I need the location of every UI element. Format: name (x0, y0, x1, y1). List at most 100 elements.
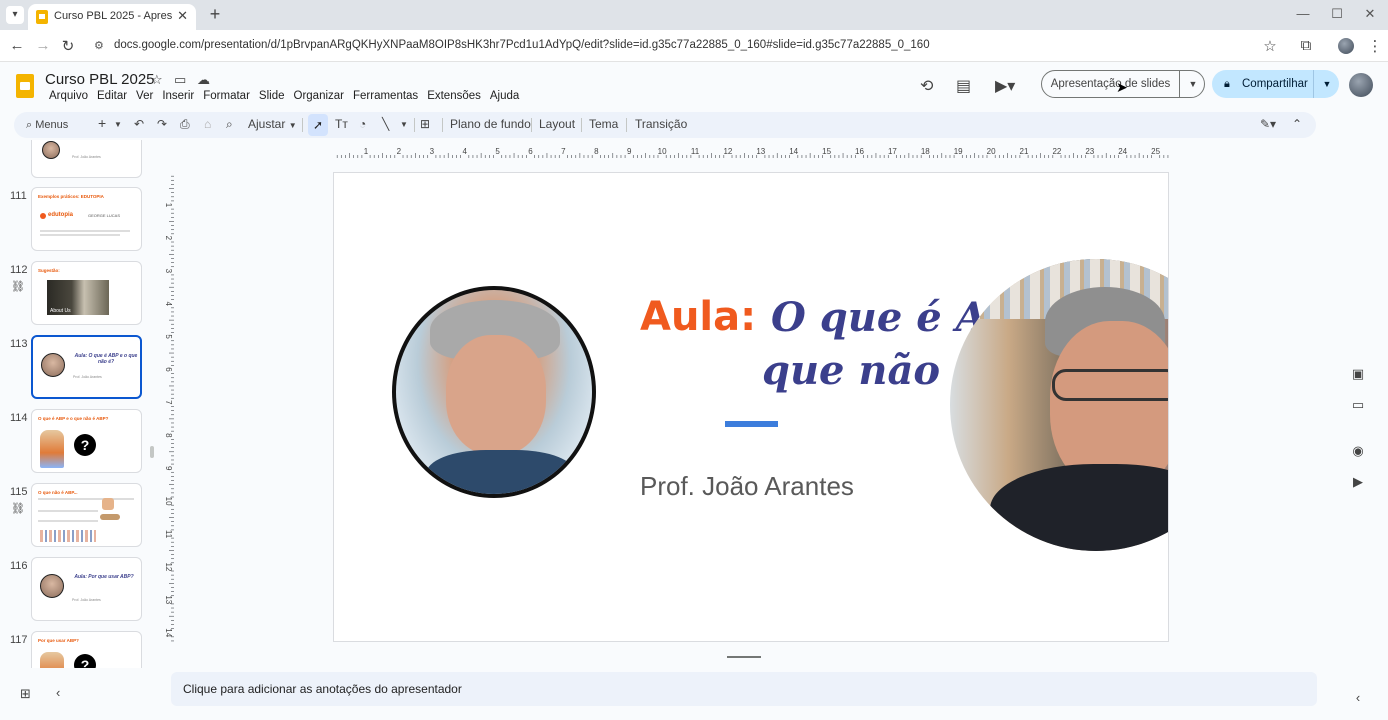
ruler-label: 5 (495, 147, 500, 156)
meet-camera-icon[interactable]: ▶▾ (995, 76, 1015, 96)
video-camera-icon[interactable]: ▶ (1348, 474, 1368, 490)
profile-avatar[interactable] (1338, 38, 1354, 54)
menu-formatar[interactable]: Formatar (199, 90, 254, 102)
forward-arrow-icon[interactable]: → (34, 37, 52, 54)
slide-thumbnail-112[interactable]: Sugestão: About Us (31, 261, 142, 325)
collapse-filmstrip-icon[interactable]: ‹ (56, 685, 60, 700)
extensions-puzzle-icon[interactable]: ⧉ (1297, 37, 1315, 54)
select-cursor-icon[interactable]: ➚ (308, 114, 328, 136)
expand-side-panel-icon[interactable]: ‹ (1348, 690, 1368, 705)
close-window-button[interactable]: ✕ (1360, 6, 1380, 22)
filmstrip-scrollbar[interactable] (150, 446, 154, 458)
theme-button[interactable]: Tema (589, 117, 618, 131)
shirt-shape (426, 450, 576, 494)
google-slides-logo[interactable] (16, 74, 34, 98)
slide-thumbnail-114[interactable]: O que é ABP e o que não é ABP? ? (31, 409, 142, 473)
line-dropdown-icon[interactable]: ▼ (400, 120, 408, 129)
tab-title: Curso PBL 2025 - Apresentação (54, 10, 172, 22)
search-menus-field[interactable]: ⌕ Menus (18, 115, 88, 135)
share-dropdown-icon[interactable]: ▼ (1315, 70, 1339, 98)
slide-title-prefix[interactable]: Aula: (640, 294, 756, 340)
shape-icon[interactable]: ◔ (359, 117, 366, 131)
thumb-image (102, 498, 114, 510)
undo-icon[interactable]: ↶ (134, 117, 144, 131)
menu-ver[interactable]: Ver (132, 90, 157, 102)
slide-thumbnail-111[interactable]: Exemplos práticos: EDUTOPIA edutopia GEO… (31, 187, 142, 251)
collapse-toolbar-icon[interactable]: ⌃ (1292, 117, 1302, 131)
bookmark-star-icon[interactable]: ☆ (1261, 37, 1279, 55)
layout-button[interactable]: Layout (539, 117, 575, 131)
background-button[interactable]: Plano de fundo (450, 117, 531, 131)
slide-thumbnail-113[interactable]: Aula: O que é ABP e o que não é? Prof. J… (31, 335, 142, 399)
thumb-title: Por que usar ABP? (38, 638, 79, 643)
horizontal-ruler[interactable]: 1 2 3 4 5 6 7 8 9 10 11 12 13 14 15 16 17 18 19 20 21 22 23 24 2… (330, 144, 1170, 158)
site-info-icon[interactable]: ⚙ (94, 39, 108, 53)
presenter-photo[interactable] (392, 286, 596, 498)
shirt-shape (990, 464, 1168, 551)
menu-extensoes[interactable]: Extensões (423, 90, 485, 102)
browser-tab-active[interactable]: Curso PBL 2025 - Apresentação ✕ (28, 4, 196, 30)
reload-icon[interactable]: ↻ (59, 37, 77, 55)
account-avatar[interactable] (1349, 73, 1373, 97)
speaker-notes[interactable]: Clique para adicionar as anotações do ap… (171, 672, 1317, 706)
share-button[interactable]: 🔒︎ Compartilhar (1212, 70, 1314, 98)
ruler-label: 21 (1020, 147, 1029, 156)
menu-organizar[interactable]: Organizar (290, 90, 349, 102)
new-slide-plus-icon[interactable]: + (98, 115, 106, 131)
version-history-icon[interactable]: ⟲ (920, 76, 933, 96)
pen-tool-icon[interactable]: ✎▾ (1260, 117, 1276, 131)
menu-inserir[interactable]: Inserir (158, 90, 198, 102)
slideshow-dropdown-icon[interactable]: ▼ (1181, 71, 1205, 97)
slides-favicon-icon (36, 10, 48, 24)
slide-thumbnail-116[interactable]: Aula: Por que usar ABP? Prof. João Arant… (31, 557, 142, 621)
ruler-label: 2 (397, 147, 402, 156)
vertical-ruler[interactable]: 1234567891011121314 (160, 172, 174, 642)
line-icon[interactable]: ╲ (382, 117, 389, 131)
new-slide-dropdown-icon[interactable]: ▼ (114, 120, 122, 129)
move-folder-icon[interactable]: ▭ (174, 72, 186, 88)
menu-ferramentas[interactable]: Ferramentas (349, 90, 422, 102)
slideshow-button[interactable]: Apresentação de slides (1042, 71, 1180, 97)
ruler-label: 24 (1118, 147, 1127, 156)
redo-icon[interactable]: ↷ (157, 117, 167, 131)
transition-button[interactable]: Transição (635, 117, 687, 131)
zoom-select[interactable]: Ajustar ▼ (248, 117, 297, 131)
keep-notes-icon[interactable]: ▣ (1348, 366, 1368, 382)
toolbar-divider (442, 118, 443, 132)
toolbar-divider (581, 118, 582, 132)
menu-arquivo[interactable]: Arquivo (45, 90, 92, 102)
menu-slide[interactable]: Slide (255, 90, 289, 102)
ruler-label: 7 (164, 400, 173, 405)
url-field[interactable]: ⚙ docs.google.com/presentation/d/1pBrvpa… (86, 34, 1286, 58)
maximize-window-button[interactable]: ☐ (1327, 6, 1347, 22)
thumb-title: Sugestão: (38, 268, 60, 273)
zoom-icon[interactable]: ⌕ (226, 117, 233, 132)
text-box-icon[interactable]: Tт (335, 117, 348, 131)
share-button-group: 🔒︎ Compartilhar ▼ (1212, 70, 1339, 98)
record-icon[interactable]: ◉ (1348, 443, 1368, 459)
minimize-window-button[interactable]: — (1293, 6, 1313, 21)
slide-thumbnail-110[interactable]: Prof. João Arantes (31, 140, 142, 178)
back-arrow-icon[interactable]: ← (8, 37, 26, 54)
folder-icon[interactable]: ▭ (1348, 397, 1368, 413)
presenter-name[interactable]: Prof. João Arantes (640, 471, 854, 502)
comments-icon[interactable]: ▤ (956, 76, 971, 96)
paint-format-icon[interactable]: ⌂ (204, 117, 211, 131)
star-icon[interactable]: ☆ (151, 72, 163, 88)
new-tab-button[interactable]: + (205, 4, 225, 25)
print-icon[interactable]: ⎙ (180, 117, 190, 132)
slide-editor[interactable]: Aula: O que é A que não Prof. João Arant… (333, 172, 1169, 642)
slide-thumbnail-115[interactable]: O que não é ABP... (31, 483, 142, 547)
grid-view-icon[interactable]: ⊞ (20, 686, 31, 702)
tab-search-button[interactable]: ▾ (6, 6, 24, 24)
menu-editar[interactable]: Editar (93, 90, 131, 102)
webcam-overlay[interactable] (950, 259, 1168, 551)
tab-close-icon[interactable]: ✕ (177, 8, 188, 24)
add-comment-icon[interactable]: ⊞ (420, 117, 430, 131)
notes-resize-handle[interactable] (727, 656, 761, 658)
slide-thumbnail-117[interactable]: Por que usar ABP? ? (31, 631, 142, 668)
browser-menu-icon[interactable]: ⋮ (1366, 37, 1384, 55)
document-title[interactable]: Curso PBL 2025 (45, 71, 155, 88)
menu-ajuda[interactable]: Ajuda (486, 90, 523, 102)
slide-title-line-2[interactable]: que não (762, 347, 940, 394)
